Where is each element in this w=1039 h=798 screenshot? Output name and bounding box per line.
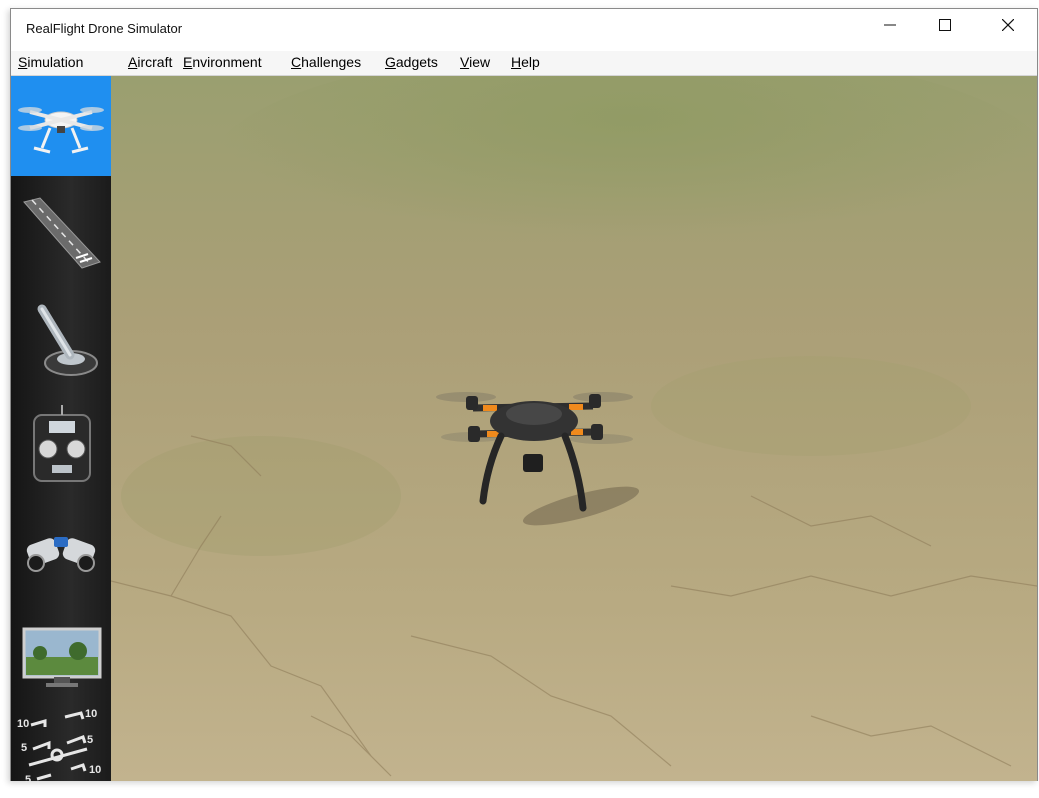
tool-display[interactable] bbox=[11, 608, 111, 708]
drone-icon bbox=[18, 107, 104, 154]
tool-instruments[interactable]: 10 10 5 5 5 10 bbox=[11, 698, 111, 798]
minimize-icon bbox=[884, 24, 896, 26]
svg-text:10: 10 bbox=[17, 718, 29, 730]
terrain-scene bbox=[111, 76, 1037, 781]
menu-view[interactable]: View bbox=[460, 54, 490, 70]
binoculars-icon bbox=[26, 537, 96, 572]
maximize-icon bbox=[939, 19, 951, 31]
svg-text:5: 5 bbox=[87, 734, 93, 746]
tool-select-airport[interactable] bbox=[11, 183, 111, 283]
svg-text:5: 5 bbox=[21, 742, 27, 754]
svg-text:10: 10 bbox=[85, 708, 97, 720]
menu-help[interactable]: Help bbox=[511, 54, 540, 70]
menu-simulation-rest: imulation bbox=[27, 54, 84, 70]
tool-transmitter[interactable] bbox=[11, 396, 111, 496]
app-window: RealFlight Drone Simulator Simulation Ai… bbox=[10, 8, 1038, 786]
menu-environment[interactable]: Environment bbox=[183, 54, 262, 70]
menu-gadgets[interactable]: Gadgets bbox=[385, 54, 438, 70]
minimize-button[interactable] bbox=[867, 9, 913, 41]
svg-text:10: 10 bbox=[89, 764, 101, 776]
tool-sidebar: 10 10 5 5 5 10 bbox=[11, 76, 111, 786]
transmitter-icon bbox=[33, 405, 91, 482]
maximize-button[interactable] bbox=[922, 9, 968, 41]
tool-viewpoint[interactable] bbox=[11, 502, 111, 602]
close-icon bbox=[1002, 19, 1014, 31]
menu-challenges[interactable]: Challenges bbox=[291, 54, 361, 70]
simulation-viewport[interactable] bbox=[111, 76, 1037, 781]
tool-select-aircraft[interactable] bbox=[11, 76, 111, 176]
joystick-icon bbox=[37, 304, 98, 376]
runway-icon bbox=[23, 197, 101, 269]
close-button[interactable] bbox=[985, 9, 1031, 41]
window-title: RealFlight Drone Simulator bbox=[26, 21, 183, 36]
menu-bar: Simulation Aircraft Environment Challeng… bbox=[11, 51, 1037, 76]
svg-text:5: 5 bbox=[25, 774, 31, 786]
menu-aircraft[interactable]: Aircraft bbox=[128, 54, 172, 70]
monitor-scenery-icon bbox=[22, 627, 102, 687]
tool-controller[interactable] bbox=[11, 290, 111, 390]
menu-simulation[interactable]: Simulation bbox=[18, 54, 83, 70]
title-bar[interactable]: RealFlight Drone Simulator bbox=[11, 9, 1037, 51]
